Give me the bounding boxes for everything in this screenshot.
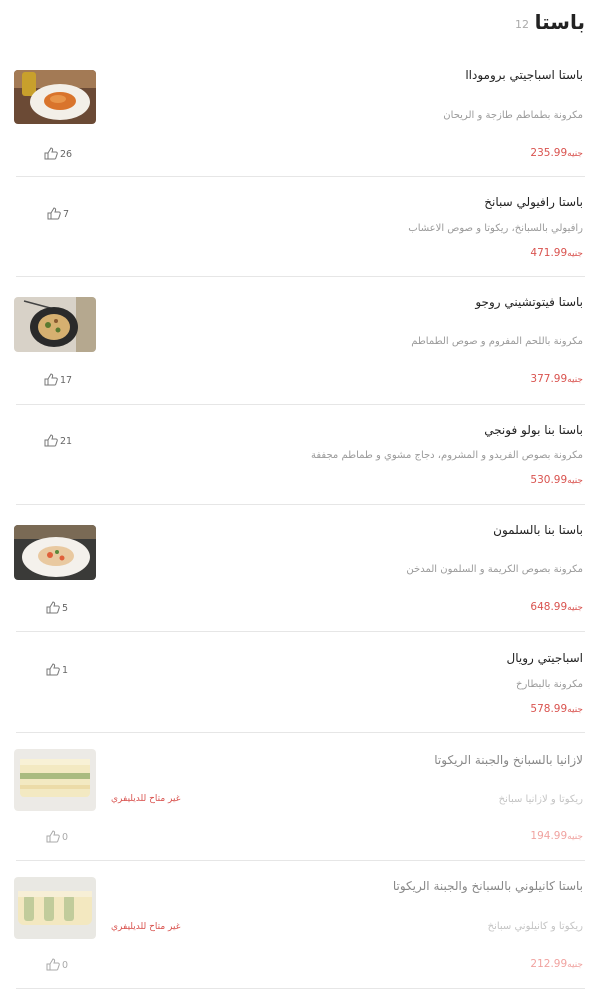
item-name: باستا فيتوتشيني روجو [475,295,583,309]
currency-label: جنيه [567,705,583,715]
item-price: جنيه648.99 [530,601,583,613]
dish-image[interactable] [14,877,96,939]
currency-label: جنيه [567,149,583,159]
like-count: 21 [60,436,73,447]
thumbs-up-icon [46,958,60,971]
item-price: جنيه194.99 [530,830,583,842]
price-value: 471.99 [530,247,568,259]
dish-image[interactable] [14,297,96,352]
item-name: اسباجيتي رويال [506,651,583,665]
like-button[interactable]: 5 [46,601,68,614]
menu-item[interactable]: باستا اسباجيتي بروموداا مكرونة بطماطم طا… [14,58,585,177]
unavailable-badge: غير متاح للديليفري [111,922,181,932]
dish-image[interactable] [14,749,96,811]
like-count: 26 [60,149,73,160]
menu-item[interactable]: باستا كانيلوني بالسبانخ والجبنة الريكوتا… [14,860,585,989]
price-value: 235.99 [530,147,568,159]
dish-image[interactable] [14,70,96,124]
price-value: 212.99 [530,958,568,970]
thumbs-up-icon [44,434,58,447]
price-value: 194.99 [530,830,568,842]
item-name: باستا بنا بالسلمون [493,523,583,537]
item-price: جنيه530.99 [530,474,583,486]
item-name: باستا رافيولي سبانخ [484,195,583,209]
item-price: جنيه212.99 [530,958,583,970]
item-description: مكرونة بالبطارخ [516,679,583,690]
like-count: 1 [62,665,69,676]
like-button[interactable]: 7 [47,207,69,220]
thumbs-up-icon [44,147,58,160]
item-description: رافيولي بالسبانخ، ريكوتا و صوص الاعشاب [408,223,583,234]
currency-label: جنيه [567,832,583,842]
thumbs-up-icon [46,601,60,614]
price-value: 648.99 [530,601,568,613]
like-count: 17 [60,375,73,386]
like-button[interactable]: 17 [44,373,72,386]
currency-label: جنيه [567,476,583,486]
menu-item[interactable]: باستا بنا بولو فونجي مكرونة بصوص الفريدو… [16,404,585,505]
item-name: لازانيا بالسبانخ والجبنة الريكوتا [434,753,583,767]
item-price: جنيه578.99 [530,703,583,715]
currency-label: جنيه [567,603,583,613]
item-description: مكرونة بطماطم طازجة و الريحان [443,110,583,121]
item-name: باستا اسباجيتي بروموداا [465,68,583,82]
thumbs-up-icon [46,830,60,843]
menu-item[interactable]: اسباجيتي رويال مكرونة بالبطارخ جنيه578.9… [16,631,585,733]
item-name: باستا كانيلوني بالسبانخ والجبنة الريكوتا [392,879,583,893]
item-price: جنيه235.99 [530,147,583,159]
currency-label: جنيه [567,375,583,385]
like-count: 5 [62,603,69,614]
unavailable-badge: غير متاح للديليفري [111,794,181,804]
like-count: 0 [62,832,69,843]
item-description: مكرونة بصوص الكريمة و السلمون المدخن [406,564,583,575]
thumbs-up-icon [46,663,60,676]
item-description: ريكوتا و لازانيا سبانخ [498,794,583,805]
menu-item[interactable]: باستا رافيولي سبانخ رافيولي بالسبانخ، ري… [16,176,585,277]
thumbs-up-icon [44,373,58,386]
category-title: باستا [534,10,585,34]
thumbs-up-icon [47,207,61,220]
price-value: 377.99 [530,373,568,385]
price-value: 578.99 [530,703,568,715]
dish-image[interactable] [14,525,96,580]
category-item-count: 12 [515,18,529,31]
item-name: باستا بنا بولو فونجي [484,423,583,437]
like-button[interactable]: 0 [46,958,68,971]
menu-item[interactable]: باستا بنا بالسلمون مكرونة بصوص الكريمة و… [14,504,585,632]
like-button[interactable]: 21 [44,434,72,447]
like-button[interactable]: 26 [44,147,72,160]
item-price: جنيه471.99 [530,247,583,259]
category-header: باستا 12 [0,10,601,42]
price-value: 530.99 [530,474,568,486]
like-count: 0 [62,960,69,971]
item-description: مكرونة باللحم المفروم و صوص الطماطم [411,336,583,347]
like-button[interactable]: 0 [46,830,68,843]
like-count: 7 [63,209,70,220]
item-description: ريكوتا و كانيلوني سبانخ [487,921,583,932]
item-description: مكرونة بصوص الفريدو و المشروم، دجاج مشوي… [310,450,583,461]
item-price: جنيه377.99 [530,373,583,385]
currency-label: جنيه [567,249,583,259]
menu-item[interactable]: لازانيا بالسبانخ والجبنة الريكوتا ريكوتا… [14,732,585,861]
like-button[interactable]: 1 [46,663,68,676]
currency-label: جنيه [567,960,583,970]
menu-item[interactable]: باستا فيتوتشيني روجو مكرونة باللحم المفر… [14,276,585,405]
